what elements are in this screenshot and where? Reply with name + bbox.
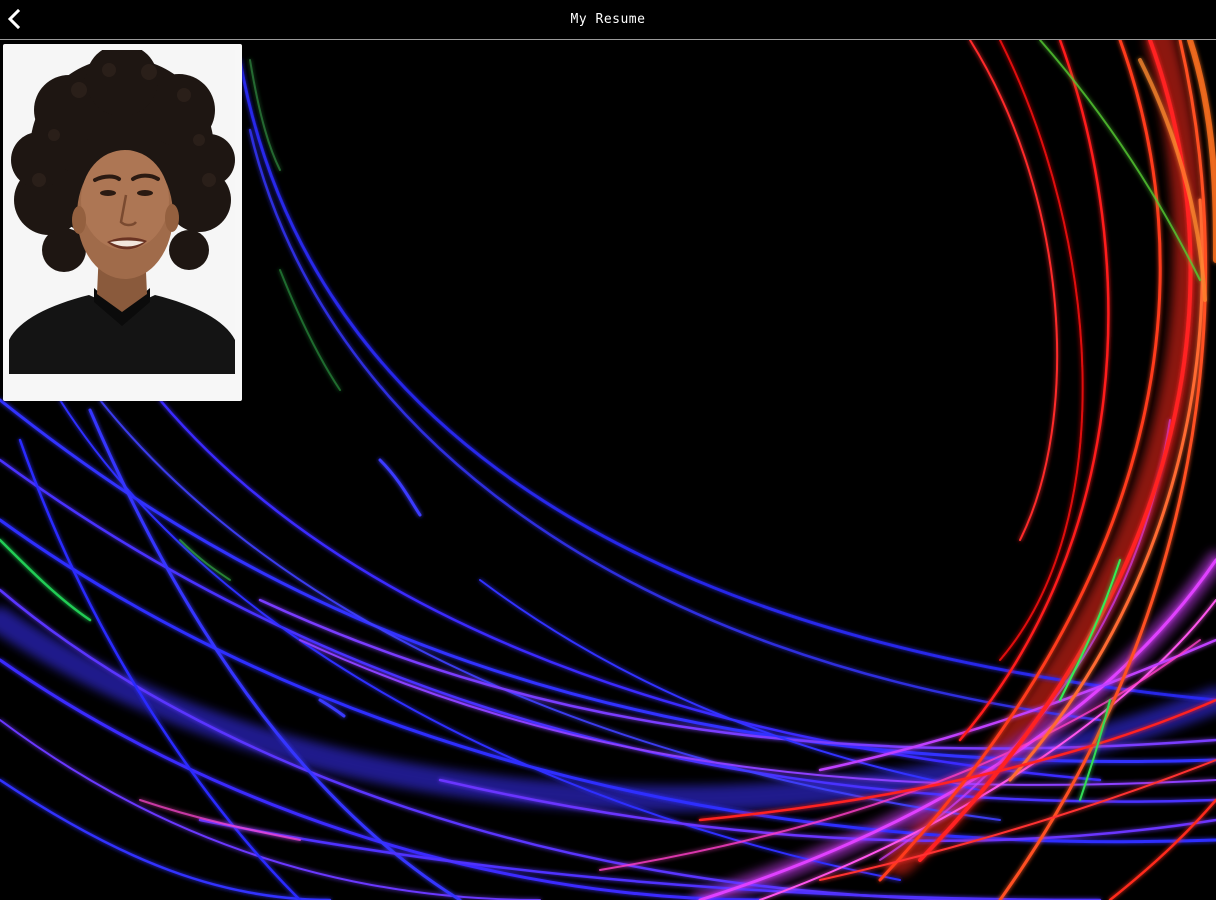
profile-photo-card[interactable] xyxy=(3,44,242,401)
app-screen: My Resume xyxy=(0,0,1216,900)
profile-photo-image xyxy=(9,50,235,374)
top-app-bar: My Resume xyxy=(0,0,1216,40)
page-title: My Resume xyxy=(570,12,646,27)
profile-photo xyxy=(9,50,235,374)
